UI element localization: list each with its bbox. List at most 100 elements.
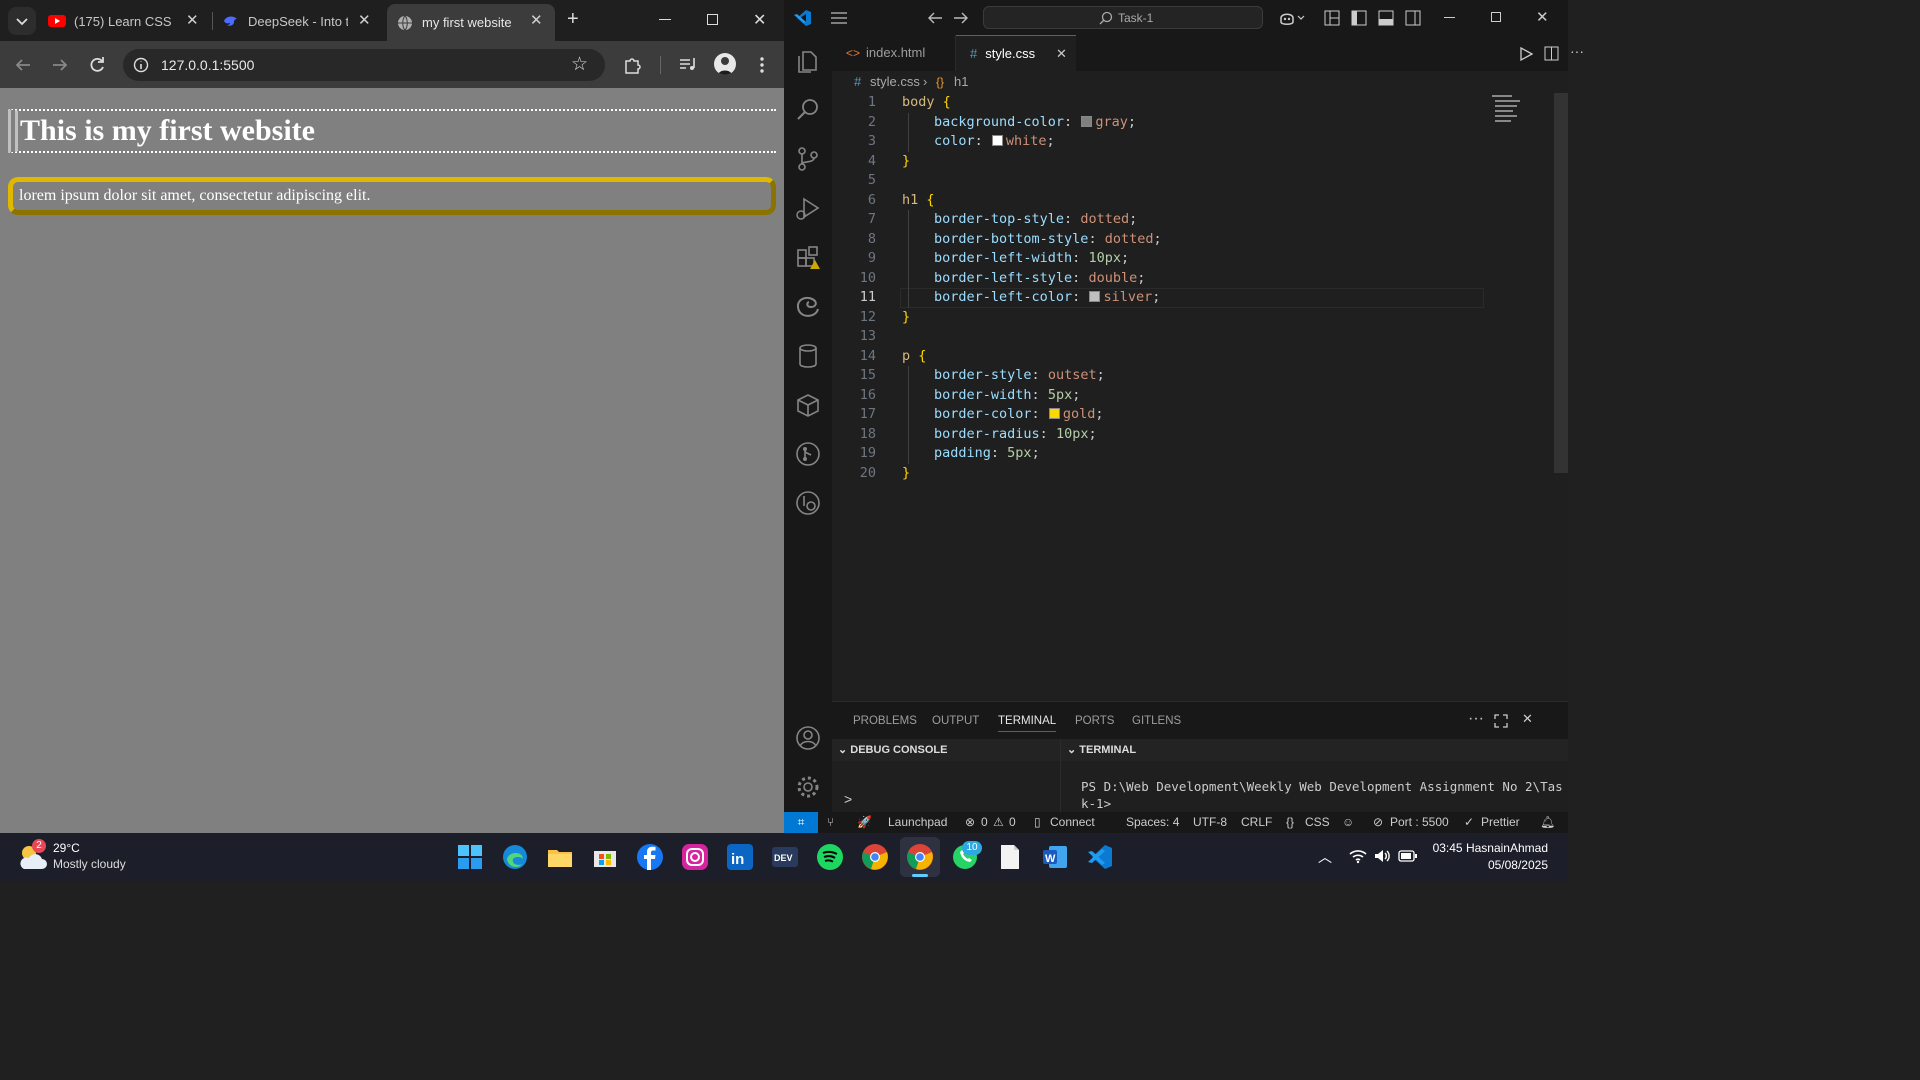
package-box-icon[interactable] [794, 391, 822, 419]
site-info-icon[interactable] [133, 57, 149, 73]
panel-tab-output[interactable]: OUTPUT [932, 715, 979, 727]
linkedin-icon[interactable]: in [726, 843, 754, 871]
split-editor-icon[interactable] [1544, 46, 1559, 61]
live-server-port[interactable]: Port : 5500 [1390, 812, 1449, 833]
connect-label[interactable]: Connect [1050, 812, 1095, 833]
close-tab-icon[interactable]: ✕ [530, 11, 543, 29]
spotify-icon[interactable] [816, 843, 844, 871]
profile-avatar[interactable] [714, 53, 736, 75]
launchpad-icon[interactable]: 🚀 [857, 812, 872, 833]
command-center-search[interactable]: Task-1 [983, 6, 1263, 29]
copilot-icon[interactable] [1278, 9, 1308, 27]
back-arrow-icon[interactable] [14, 56, 32, 74]
run-icon[interactable] [1519, 47, 1533, 61]
clock-date[interactable]: 05/08/2025 [1420, 858, 1548, 872]
database-icon[interactable] [794, 342, 822, 370]
explorer-files-icon[interactable] [794, 47, 822, 75]
git-graph-icon[interactable]: ⑂ [827, 812, 834, 833]
panel-tab-problems[interactable]: PROBLEMS [853, 715, 917, 727]
gear-icon[interactable] [794, 773, 822, 801]
color-swatch[interactable] [1089, 291, 1101, 302]
media-control-icon[interactable] [678, 56, 698, 74]
indentation[interactable]: Spaces: 4 [1126, 812, 1179, 833]
source-control-icon[interactable] [794, 145, 822, 173]
minimize-icon[interactable] [659, 19, 671, 20]
encoding[interactable]: UTF-8 [1193, 812, 1227, 833]
language-mode[interactable]: CSS [1305, 812, 1330, 833]
new-tab-plus-icon[interactable]: + [567, 8, 579, 31]
prettier-label[interactable]: Prettier [1481, 812, 1520, 833]
more-actions-icon[interactable]: ··· [1570, 43, 1584, 59]
breadcrumb-symbol[interactable]: h1 [954, 71, 968, 93]
vscode-icon[interactable] [1086, 843, 1114, 871]
remote-indicator-icon[interactable]: ⌗ [784, 812, 818, 833]
editor-scrollbar[interactable] [1554, 93, 1568, 473]
battery-icon[interactable] [1398, 850, 1418, 862]
copilot-icon[interactable]: ☺ [1342, 812, 1354, 833]
clock-time[interactable]: 03:45 HasnainAhmad [1420, 841, 1548, 855]
close-window-icon[interactable]: ✕ [753, 10, 766, 30]
panel-tab-terminal[interactable]: TERMINAL [998, 715, 1057, 732]
tab-style-css[interactable]: # style.css ✕ [956, 35, 1076, 71]
tab-index-html[interactable]: <> index.html [832, 35, 956, 71]
windows-start-icon[interactable] [456, 843, 484, 871]
toggle-panel-icon[interactable] [1378, 10, 1394, 26]
dev-community-icon[interactable]: DEV [771, 843, 799, 871]
debug-prompt[interactable]: > [844, 791, 852, 807]
close-tab-icon[interactable]: ✕ [358, 11, 371, 29]
forward-arrow-icon[interactable] [51, 56, 69, 74]
weather-widget[interactable]: 2 29°C Mostly cloudy [18, 839, 148, 877]
breadcrumb-file[interactable]: style.css [870, 71, 920, 93]
bookmark-star-icon[interactable]: ☆ [571, 53, 588, 76]
file-explorer-icon[interactable] [546, 843, 574, 871]
account-icon[interactable] [794, 724, 822, 752]
database-icon[interactable]: ▯ [1034, 812, 1041, 833]
terminal-pane[interactable]: ⌄ TERMINAL PS D:\Web Development\Weekly … [1061, 739, 1568, 813]
chrome-profile-active[interactable] [900, 837, 940, 877]
color-swatch[interactable] [991, 135, 1003, 146]
menu-hamburger-icon[interactable] [830, 10, 848, 26]
line-endings[interactable]: CRLF [1241, 812, 1272, 833]
errors-icon[interactable]: ⊗ [965, 812, 975, 833]
toggle-sidebar-icon[interactable] [1351, 10, 1367, 26]
maximize-icon[interactable] [1491, 12, 1501, 22]
gitlens-inspect-icon[interactable] [794, 489, 822, 517]
address-bar[interactable]: 127.0.0.1:5500 ☆ [123, 49, 605, 81]
edge-devtools-icon[interactable] [794, 293, 822, 321]
reload-icon[interactable] [88, 56, 106, 74]
close-panel-icon[interactable]: ✕ [1522, 711, 1533, 727]
gitlens-icon[interactable] [794, 440, 822, 468]
debug-console-header[interactable]: ⌄ DEBUG CONSOLE [832, 739, 1060, 761]
minimize-icon[interactable] [1444, 17, 1455, 18]
more-actions-icon[interactable]: ··· [1468, 710, 1484, 728]
chrome-icon[interactable] [861, 843, 889, 871]
close-tab-icon[interactable]: ✕ [186, 11, 199, 29]
close-window-icon[interactable]: ✕ [1536, 8, 1549, 26]
bell-icon[interactable]: 🔔︎ [1540, 812, 1555, 833]
minimap[interactable] [1492, 93, 1532, 133]
notepad-icon[interactable] [996, 843, 1024, 871]
extensions-icon[interactable] [794, 244, 822, 272]
word-icon[interactable]: W [1041, 843, 1069, 871]
run-debug-icon[interactable] [794, 195, 822, 223]
warning-icon[interactable]: ⚠ [993, 812, 1004, 833]
maximize-panel-icon[interactable] [1494, 714, 1508, 728]
color-swatch[interactable] [1081, 115, 1093, 127]
panel-tab-gitlens[interactable]: GITLENS [1132, 715, 1181, 727]
facebook-icon[interactable] [636, 843, 664, 871]
browser-tab-youtube[interactable]: (175) Learn CSS in [48, 6, 208, 36]
tab-search-button[interactable] [8, 7, 36, 35]
microsoft-store-icon[interactable] [591, 843, 619, 871]
customize-layout-icon[interactable] [1324, 10, 1340, 26]
color-swatch[interactable] [1048, 408, 1060, 419]
instagram-icon[interactable] [681, 843, 709, 871]
nav-back-icon[interactable] [926, 9, 944, 27]
chevron-up-icon[interactable]: ︿ [1318, 847, 1332, 867]
terminal-header[interactable]: ⌄ TERMINAL [1061, 739, 1568, 761]
nav-forward-icon[interactable] [952, 9, 970, 27]
launchpad-label[interactable]: Launchpad [888, 812, 947, 833]
extensions-puzzle-icon[interactable] [623, 55, 643, 75]
code-editor[interactable]: 1 body {2 background-color: gray; 3 color: w… [832, 93, 1568, 701]
close-tab-icon[interactable]: ✕ [1056, 36, 1067, 72]
edge-browser-icon[interactable] [501, 843, 529, 871]
